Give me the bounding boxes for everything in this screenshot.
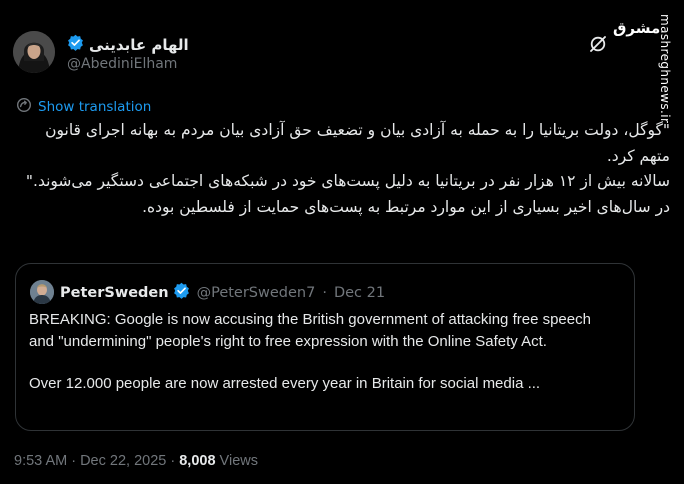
author-avatar[interactable] — [13, 31, 55, 73]
tweet-footer: 9:53 AM · Dec 22, 2025 · 8,008 Views — [14, 453, 258, 469]
quote-paragraph-2: Over 12.000 people are now arrested ever… — [29, 375, 541, 392]
show-translation-link[interactable]: Show translation — [16, 97, 151, 117]
show-translation-label[interactable]: Show translation — [38, 99, 151, 115]
tweet-text: "گوگل، دولت بریتانیا را به حمله به آزادی… — [25, 121, 670, 216]
views-count: 8,008 — [179, 453, 216, 469]
author-display-name[interactable]: الهام عابدینی — [89, 36, 189, 54]
quote-author-name[interactable]: PeterSweden — [60, 285, 169, 301]
quoted-tweet-card[interactable]: PeterSweden @PeterSweden7 · Dec 21 BREAK… — [15, 263, 635, 431]
quote-author-handle[interactable]: @PeterSweden7 — [197, 285, 316, 301]
quote-text: BREAKING: Google is now accusing the Bri… — [29, 309, 619, 416]
author-handle[interactable]: @AbediniElham — [67, 56, 177, 72]
quote-verified-badge-icon — [173, 282, 190, 303]
mashregh-logo: مشرق — [613, 19, 661, 37]
author-display-name-row[interactable]: الهام عابدینی — [67, 34, 189, 55]
verified-badge-icon — [67, 34, 84, 55]
grok-icon[interactable] — [589, 35, 607, 53]
tweet-timestamp[interactable]: 9:53 AM · Dec 22, 2025 · — [14, 453, 179, 469]
translate-icon — [16, 97, 32, 117]
quote-separator: · — [322, 284, 327, 301]
quote-author-avatar[interactable] — [30, 280, 54, 304]
views-label: Views — [215, 453, 258, 469]
quote-header: PeterSweden @PeterSweden7 · Dec 21 — [60, 282, 385, 303]
quote-paragraph-1: BREAKING: Google is now accusing the Bri… — [29, 311, 591, 350]
quote-date[interactable]: Dec 21 — [334, 285, 385, 301]
